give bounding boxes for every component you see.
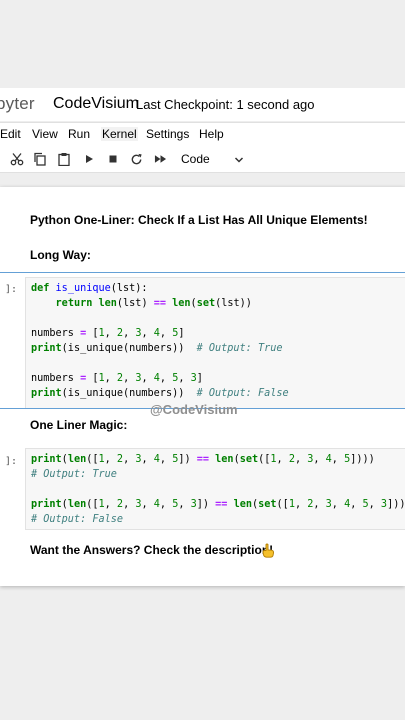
code-line: return len(lst) == len(set(lst)): [55, 298, 252, 309]
menu-view[interactable]: View: [32, 127, 58, 141]
one-liner-heading: One Liner Magic:: [30, 418, 128, 432]
stop-icon[interactable]: [105, 151, 121, 167]
notebook-header: pyter CodeVisium Last Checkpoint: 1 seco…: [0, 88, 405, 121]
menu-settings[interactable]: Settings: [146, 127, 189, 141]
menu-bar: Edit View Run Kernel Settings Help: [0, 122, 405, 148]
selection-top-line: [0, 272, 405, 273]
notebook-panel: Python One-Liner: Check If a List Has Al…: [0, 187, 405, 586]
cell-prompt: ]:: [5, 456, 18, 467]
code-cell-one-liner[interactable]: print(len([1, 2, 3, 4, 5]) == len(set([1…: [25, 448, 405, 530]
copy-icon[interactable]: [32, 151, 48, 167]
run-icon[interactable]: [81, 151, 97, 167]
code-line: print(len([1, 2, 3, 4, 5]) == len(set([1…: [31, 454, 375, 465]
code-line: print(is_unique(numbers)) # Output: Fals…: [31, 388, 289, 399]
cell-title: Python One-Liner: Check If a List Has Al…: [30, 213, 368, 227]
code-line: print(is_unique(numbers)) # Output: True: [31, 343, 283, 354]
code-line: # Output: False: [31, 514, 124, 525]
cut-icon[interactable]: [9, 151, 25, 167]
menu-kernel[interactable]: Kernel: [101, 127, 138, 141]
code-cell-long-way[interactable]: def is_unique(lst): return len(lst) == l…: [25, 277, 405, 409]
code-line: numbers = [1, 2, 3, 4, 5, 3]: [31, 373, 203, 384]
menu-help[interactable]: Help: [199, 127, 224, 141]
chevron-down-icon[interactable]: [234, 152, 244, 170]
fast-forward-icon[interactable]: [152, 151, 168, 167]
pointing-hand-icon: [261, 543, 275, 563]
cell-prompt: ]:: [5, 284, 18, 295]
watermark: @CodeVisium: [150, 402, 238, 417]
code-line: numbers = [1, 2, 3, 4, 5]: [31, 328, 185, 339]
menu-edit[interactable]: Edit: [0, 127, 21, 141]
checkpoint-status: Last Checkpoint: 1 second ago: [136, 97, 315, 112]
code-line: print(len([1, 2, 3, 4, 5, 3]) == len(set…: [31, 499, 405, 510]
restart-icon[interactable]: [128, 151, 144, 167]
cell-type-select[interactable]: Code: [181, 152, 210, 166]
notebook-title[interactable]: CodeVisium: [53, 95, 139, 113]
notebook-toolbar: Code: [0, 147, 405, 173]
long-way-heading: Long Way:: [30, 248, 91, 262]
menu-run[interactable]: Run: [68, 127, 90, 141]
footer-text: Want the Answers? Check the description!: [30, 543, 274, 557]
jupyter-logo[interactable]: pyter: [0, 94, 35, 114]
code-line: # Output: True: [31, 469, 117, 480]
code-line: def is_unique(lst):: [31, 283, 148, 294]
paste-icon[interactable]: [56, 151, 72, 167]
